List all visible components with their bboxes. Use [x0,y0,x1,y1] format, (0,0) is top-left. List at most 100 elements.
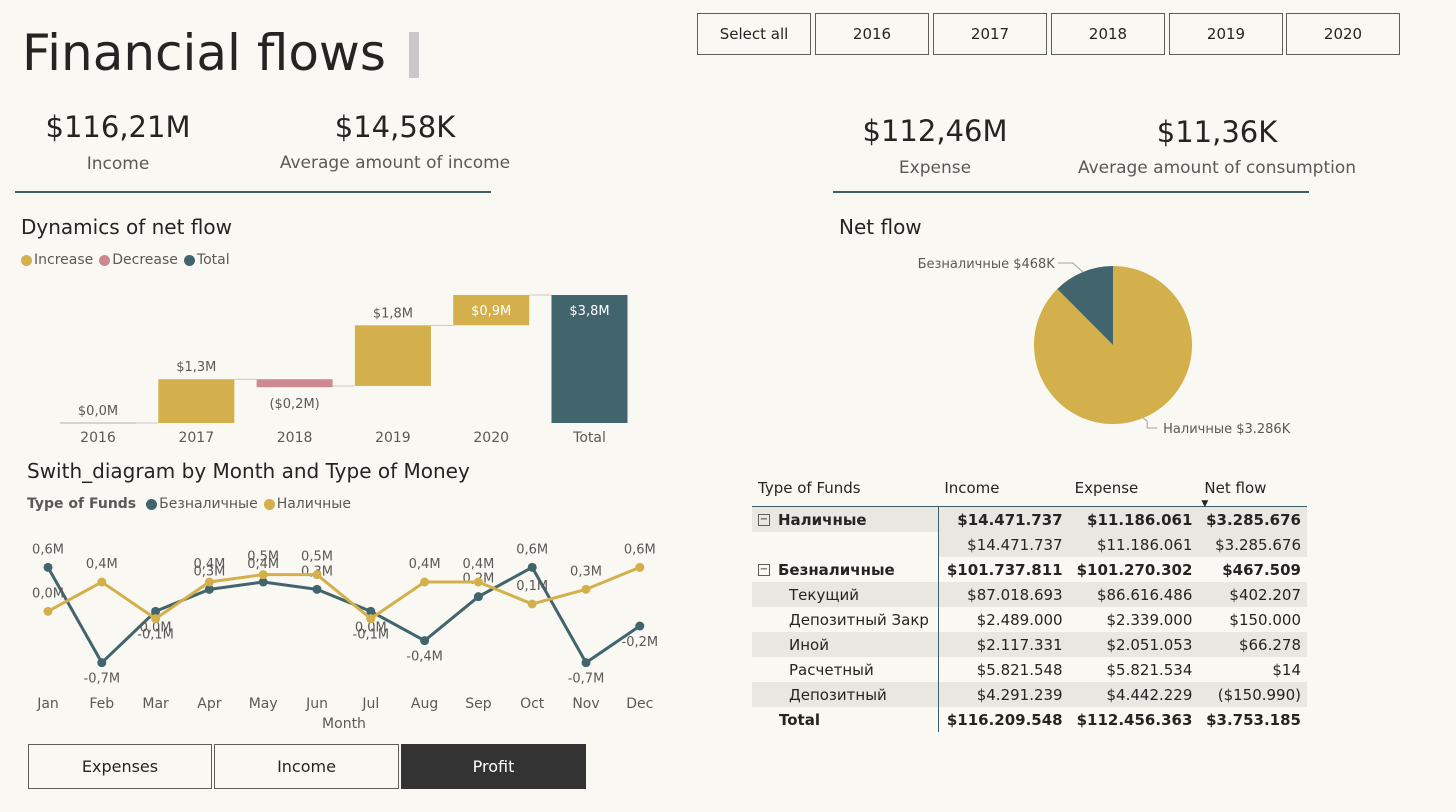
pie-label-beznal: Безналичные $468K [918,257,1056,272]
line-point [420,577,430,587]
waterfall-data-label: $3,8M [569,304,609,319]
line-point [635,621,645,631]
slicer-select-all[interactable]: Select all [697,13,811,55]
kpi-divider-right [833,191,1309,193]
cell-net: $402.207 [1198,582,1307,607]
col-header-netflow-label: Net flow [1204,479,1267,497]
legend-beznal-marker [146,498,158,510]
line-x-tick: Oct [520,696,545,712]
line-x-tick: Mar [142,696,169,712]
income-button[interactable]: Income [214,744,399,789]
waterfall-data-label: ($0,2M) [269,397,319,412]
slicer-year-2019[interactable]: 2019 [1169,13,1283,55]
line-chart[interactable]: 0,6M-0,7M0,0M0,3M0,4M0,3M0,0M-0,4M0,2M0,… [0,525,700,735]
kpi-avg-consumption-label: Average amount of consumption [1077,158,1357,178]
legend-decrease[interactable]: Decrease [99,252,178,268]
legend-increase[interactable]: Increase [21,252,93,268]
table-row: $14.471.737 $11.186.061 $3.285.676 [752,532,1307,557]
line-x-tick: Apr [197,696,221,712]
line-data-label: 0,4M [193,557,225,572]
collapse-icon[interactable]: − [758,514,770,526]
legend-beznal[interactable]: Безналичные [146,496,258,512]
line-series-beznal [46,565,641,666]
line-data-label: 0,6M [624,542,656,557]
legend-total-marker [183,254,195,266]
line-data-label: 0,6M [32,542,64,557]
line-point [581,658,591,668]
row-name: Текущий [752,582,939,607]
legend-nal[interactable]: Наличные [263,496,351,512]
legend-decrease-marker [99,254,111,266]
line-x-axis-title: Month [322,716,366,732]
cell-income: $2.117.331 [938,632,1069,657]
row-name [752,532,939,557]
line-x-tick: Sep [465,696,492,712]
funds-matrix: Type of Funds Income Expense Net flow ▼ … [752,470,1307,732]
legend-increase-marker [21,254,32,266]
line-data-label: -0,1M [137,628,174,643]
waterfall-x-tick: 2020 [473,430,509,446]
legend-total-label: Total [196,252,230,268]
cell-expense: $112.456.363 [1076,710,1193,729]
row-name: Депозитный [752,682,939,707]
waterfall-x-tick: 2016 [80,430,116,446]
profit-button[interactable]: Profit [401,744,586,789]
line-point [151,614,161,624]
row-name: Total [752,707,939,732]
col-header-netflow[interactable]: Net flow ▼ [1198,470,1307,509]
line-point [204,577,214,587]
cell-income: $14.471.737 [938,532,1069,557]
waterfall-data-label: $0,0M [78,404,118,419]
line-data-label: 0,3M [570,564,602,579]
cell-income: $4.291.239 [938,682,1069,707]
legend-nal-marker [263,498,275,510]
waterfall-x-tick: Total [572,430,606,446]
waterfall-data-label: $0,9M [471,304,511,319]
kpi-avg-income-value: $14,58K [334,110,456,144]
waterfall-x-tick: 2017 [178,430,214,446]
line-point [43,606,53,616]
pie-chart[interactable]: Наличные $3.286K Безналичные $468K [900,245,1320,445]
table-row: − Безналичные $101.737.811 $101.270.302 $… [752,557,1307,582]
line-point [366,614,376,624]
legend-total[interactable]: Total [183,252,230,268]
collapse-icon[interactable]: − [758,564,770,576]
line-point [420,636,430,646]
row-name: Наличные [778,510,867,529]
kpi-avg-income-label: Average amount of income [279,153,511,173]
line-legend-title: Type of Funds [27,496,137,512]
line-data-label: 0,5M [247,550,279,565]
legend-nal-label: Наличные [276,496,351,512]
cell-net: $3.285.676 [1198,506,1307,532]
cell-net: $3.753.185 [1206,710,1301,729]
waterfall-x-tick: 2018 [277,430,313,446]
col-header-type[interactable]: Type of Funds [752,470,939,507]
col-header-expense[interactable]: Expense [1068,470,1199,507]
line-x-tick: Jun [305,696,328,712]
cell-expense: $86.616.486 [1068,582,1199,607]
line-x-tick: Aug [411,696,438,712]
expenses-button[interactable]: Expenses [28,744,212,789]
waterfall-chart[interactable]: $0,0M 2016 $1,3M 2017 ($0,2M) 2018 $1,8M 2019 $0… [0,280,700,450]
legend-beznal-label: Безналичные [159,496,258,512]
waterfall-bar-2018 [256,379,333,388]
col-header-income[interactable]: Income [938,470,1069,507]
cell-expense: $11.186.061 [1068,506,1199,532]
slicer-year-2018[interactable]: 2018 [1051,13,1165,55]
cell-income: $87.018.693 [938,582,1069,607]
row-name: Расчетный [752,657,939,682]
table-total-row: Total $116.209.548 $112.456.363 $3.753.1… [752,707,1307,732]
row-name: Иной [752,632,939,657]
line-point [312,584,322,594]
table-row: Текущий $87.018.693 $86.616.486 $402.207 [752,582,1307,607]
slicer-year-2016[interactable]: 2016 [815,13,929,55]
line-data-label: 0,0M [32,586,64,601]
cell-income: $101.737.811 [946,560,1063,579]
kpi-income-label: Income [86,154,150,174]
slicer-year-2020[interactable]: 2020 [1286,13,1400,55]
page-title: Financial flows [22,24,386,82]
cell-expense: $2.051.053 [1068,632,1199,657]
slicer-year-2017[interactable]: 2017 [933,13,1047,55]
table-row: Расчетный $5.821.548 $5.821.534 $14 [752,657,1307,682]
kpi-divider-left [15,191,491,193]
